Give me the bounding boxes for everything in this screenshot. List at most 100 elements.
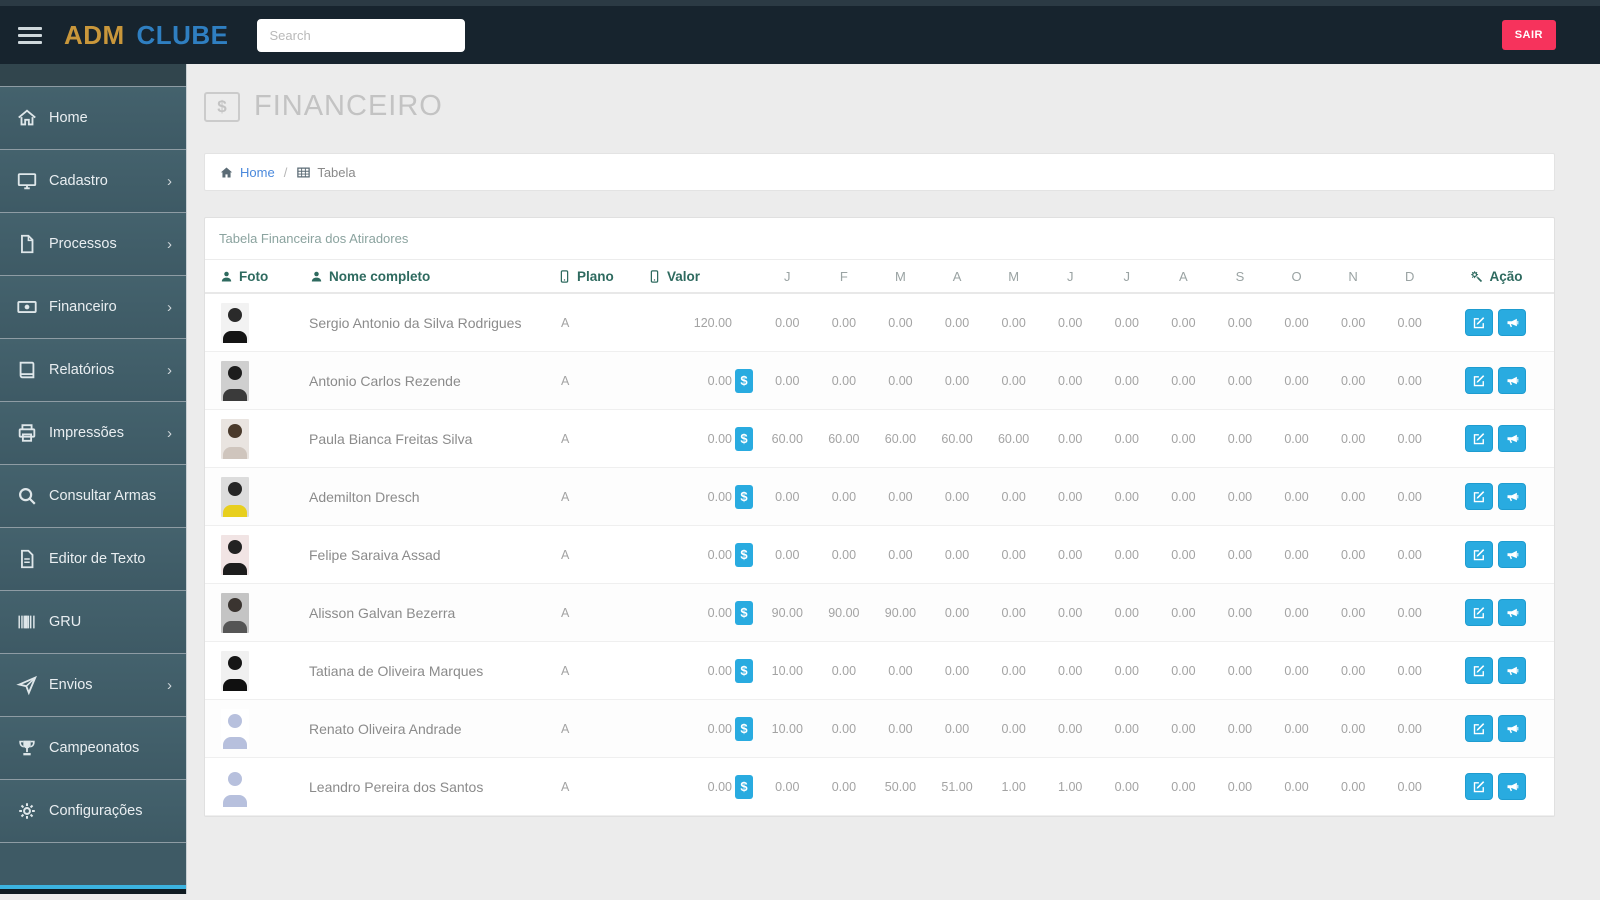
valor-cell: 0.00 $ [643,658,759,683]
col-header-month[interactable]: S [1212,269,1269,284]
month-value: 0.00 [1284,663,1309,678]
col-header-nome[interactable]: Nome completo [285,269,553,284]
col-header-valor[interactable]: Valor [643,269,759,284]
announce-button[interactable] [1498,599,1527,626]
col-header-plano[interactable]: Plano [553,269,643,284]
plano-value: A [561,605,570,620]
announce-button[interactable] [1498,483,1527,510]
money-icon [16,296,38,318]
edit-button[interactable] [1465,425,1494,452]
dollar-badge-icon[interactable]: $ [735,716,753,741]
announce-button[interactable] [1498,715,1527,742]
dollar-badge-icon[interactable]: $ [735,600,753,625]
col-header-month[interactable]: O [1268,269,1325,284]
edit-button[interactable] [1465,309,1494,336]
month-value: 0.00 [1114,315,1139,330]
dollar-badge-icon[interactable]: $ [735,368,753,393]
month-value: 0.00 [1397,489,1422,504]
month-value: 51.00 [941,779,973,794]
month-value: 0.00 [1171,315,1196,330]
menu-icon[interactable] [18,26,42,44]
valor-amount: 0.00 [707,605,732,620]
col-header-month[interactable]: D [1381,269,1438,284]
plano-value: A [561,315,570,330]
month-value: 0.00 [1284,315,1309,330]
month-value: 10.00 [771,721,803,736]
sidebar-item-impressoes[interactable]: Impressões › [0,401,186,464]
col-header-foto[interactable]: Foto [205,269,285,284]
col-header-month[interactable]: A [1155,269,1212,284]
logout-button[interactable]: SAIR [1501,20,1556,50]
sidebar-item-editor-de-texto[interactable]: Editor de Texto [0,527,186,590]
col-header-month[interactable]: M [985,269,1042,284]
month-value: 0.00 [1284,489,1309,504]
month-value: 0.00 [1227,663,1253,678]
book-icon [16,359,38,381]
month-value: 0.00 [944,315,970,330]
desktop-icon [16,170,38,192]
breadcrumb-home-link[interactable]: Home [240,165,275,180]
month-value: 0.00 [1114,373,1139,388]
announce-button[interactable] [1498,367,1527,394]
sidebar-item-gru[interactable]: GRU [0,590,186,653]
table-row: Alisson Galvan Bezerra A 0.00 $ 90.00 90.… [205,584,1554,642]
col-header-month[interactable]: N [1325,269,1382,284]
edit-button[interactable] [1465,715,1494,742]
search-input[interactable] [256,18,465,52]
month-value: 0.00 [1227,605,1253,620]
edit-button[interactable] [1465,483,1494,510]
announce-button[interactable] [1498,541,1527,568]
table-row: Antonio Carlos Rezende A 0.00 $ 0.00 0.00… [205,352,1554,410]
dollar-badge-icon[interactable]: $ [735,426,753,451]
dollar-badge-icon[interactable]: $ [735,484,753,509]
plano-value: A [561,547,570,562]
month-value: 0.00 [944,547,970,562]
sidebar-item-processos[interactable]: Processos › [0,212,186,275]
sidebar-item-financeiro[interactable]: Financeiro › [0,275,186,338]
month-value: 0.00 [1397,779,1422,794]
col-header-month[interactable]: M [872,269,929,284]
edit-button[interactable] [1465,541,1494,568]
col-header-month[interactable]: J [1098,269,1155,284]
sidebar-item-relatorios[interactable]: Relatórios › [0,338,186,401]
month-value: 0.00 [1171,431,1196,446]
valor-cell: 0.00 $ [643,774,759,799]
col-header-month[interactable]: F [816,269,873,284]
month-value: 60.00 [828,431,860,446]
sidebar-item-consultar-armas[interactable]: Consultar Armas [0,464,186,527]
month-value: 0.00 [1171,779,1196,794]
sidebar-item-label: Editor de Texto [49,551,146,567]
month-value: 0.00 [1340,373,1366,388]
announce-button[interactable] [1498,425,1527,452]
edit-button[interactable] [1465,367,1494,394]
barcode-icon [16,611,38,633]
dollar-badge-icon[interactable]: $ [735,658,753,683]
col-header-month[interactable]: J [759,269,816,284]
col-header-month[interactable]: A [929,269,986,284]
edit-button[interactable] [1465,599,1494,626]
month-value: 0.00 [775,547,800,562]
month-value: 0.00 [831,663,857,678]
shooter-name: Tatiana de Oliveira Marques [309,662,484,679]
month-value: 0.00 [1001,373,1026,388]
sidebar-item-campeonatos[interactable]: Campeonatos [0,716,186,779]
month-value: 90.00 [828,605,860,620]
month-value: 0.00 [1058,547,1083,562]
announce-button[interactable] [1498,773,1527,800]
dollar-badge-icon[interactable]: $ [735,774,753,799]
table-row: Paula Bianca Freitas Silva A 0.00 $ 60.0… [205,410,1554,468]
sidebar-item-configuracoes[interactable]: Configurações [0,779,186,842]
dollar-badge-icon[interactable]: $ [735,542,753,567]
announce-button[interactable] [1498,309,1527,336]
panel-title: Tabela Financeira dos Atiradores [205,218,1554,260]
announce-button[interactable] [1498,657,1527,684]
col-header-month[interactable]: J [1042,269,1099,284]
home-icon [16,107,38,129]
month-value: 0.00 [1227,489,1253,504]
sidebar-item-home[interactable]: Home [0,86,186,149]
sidebar-item-cadastro[interactable]: Cadastro › [0,149,186,212]
action-cell [1438,309,1554,336]
sidebar-item-envios[interactable]: Envios › [0,653,186,716]
edit-button[interactable] [1465,657,1494,684]
edit-button[interactable] [1465,773,1494,800]
